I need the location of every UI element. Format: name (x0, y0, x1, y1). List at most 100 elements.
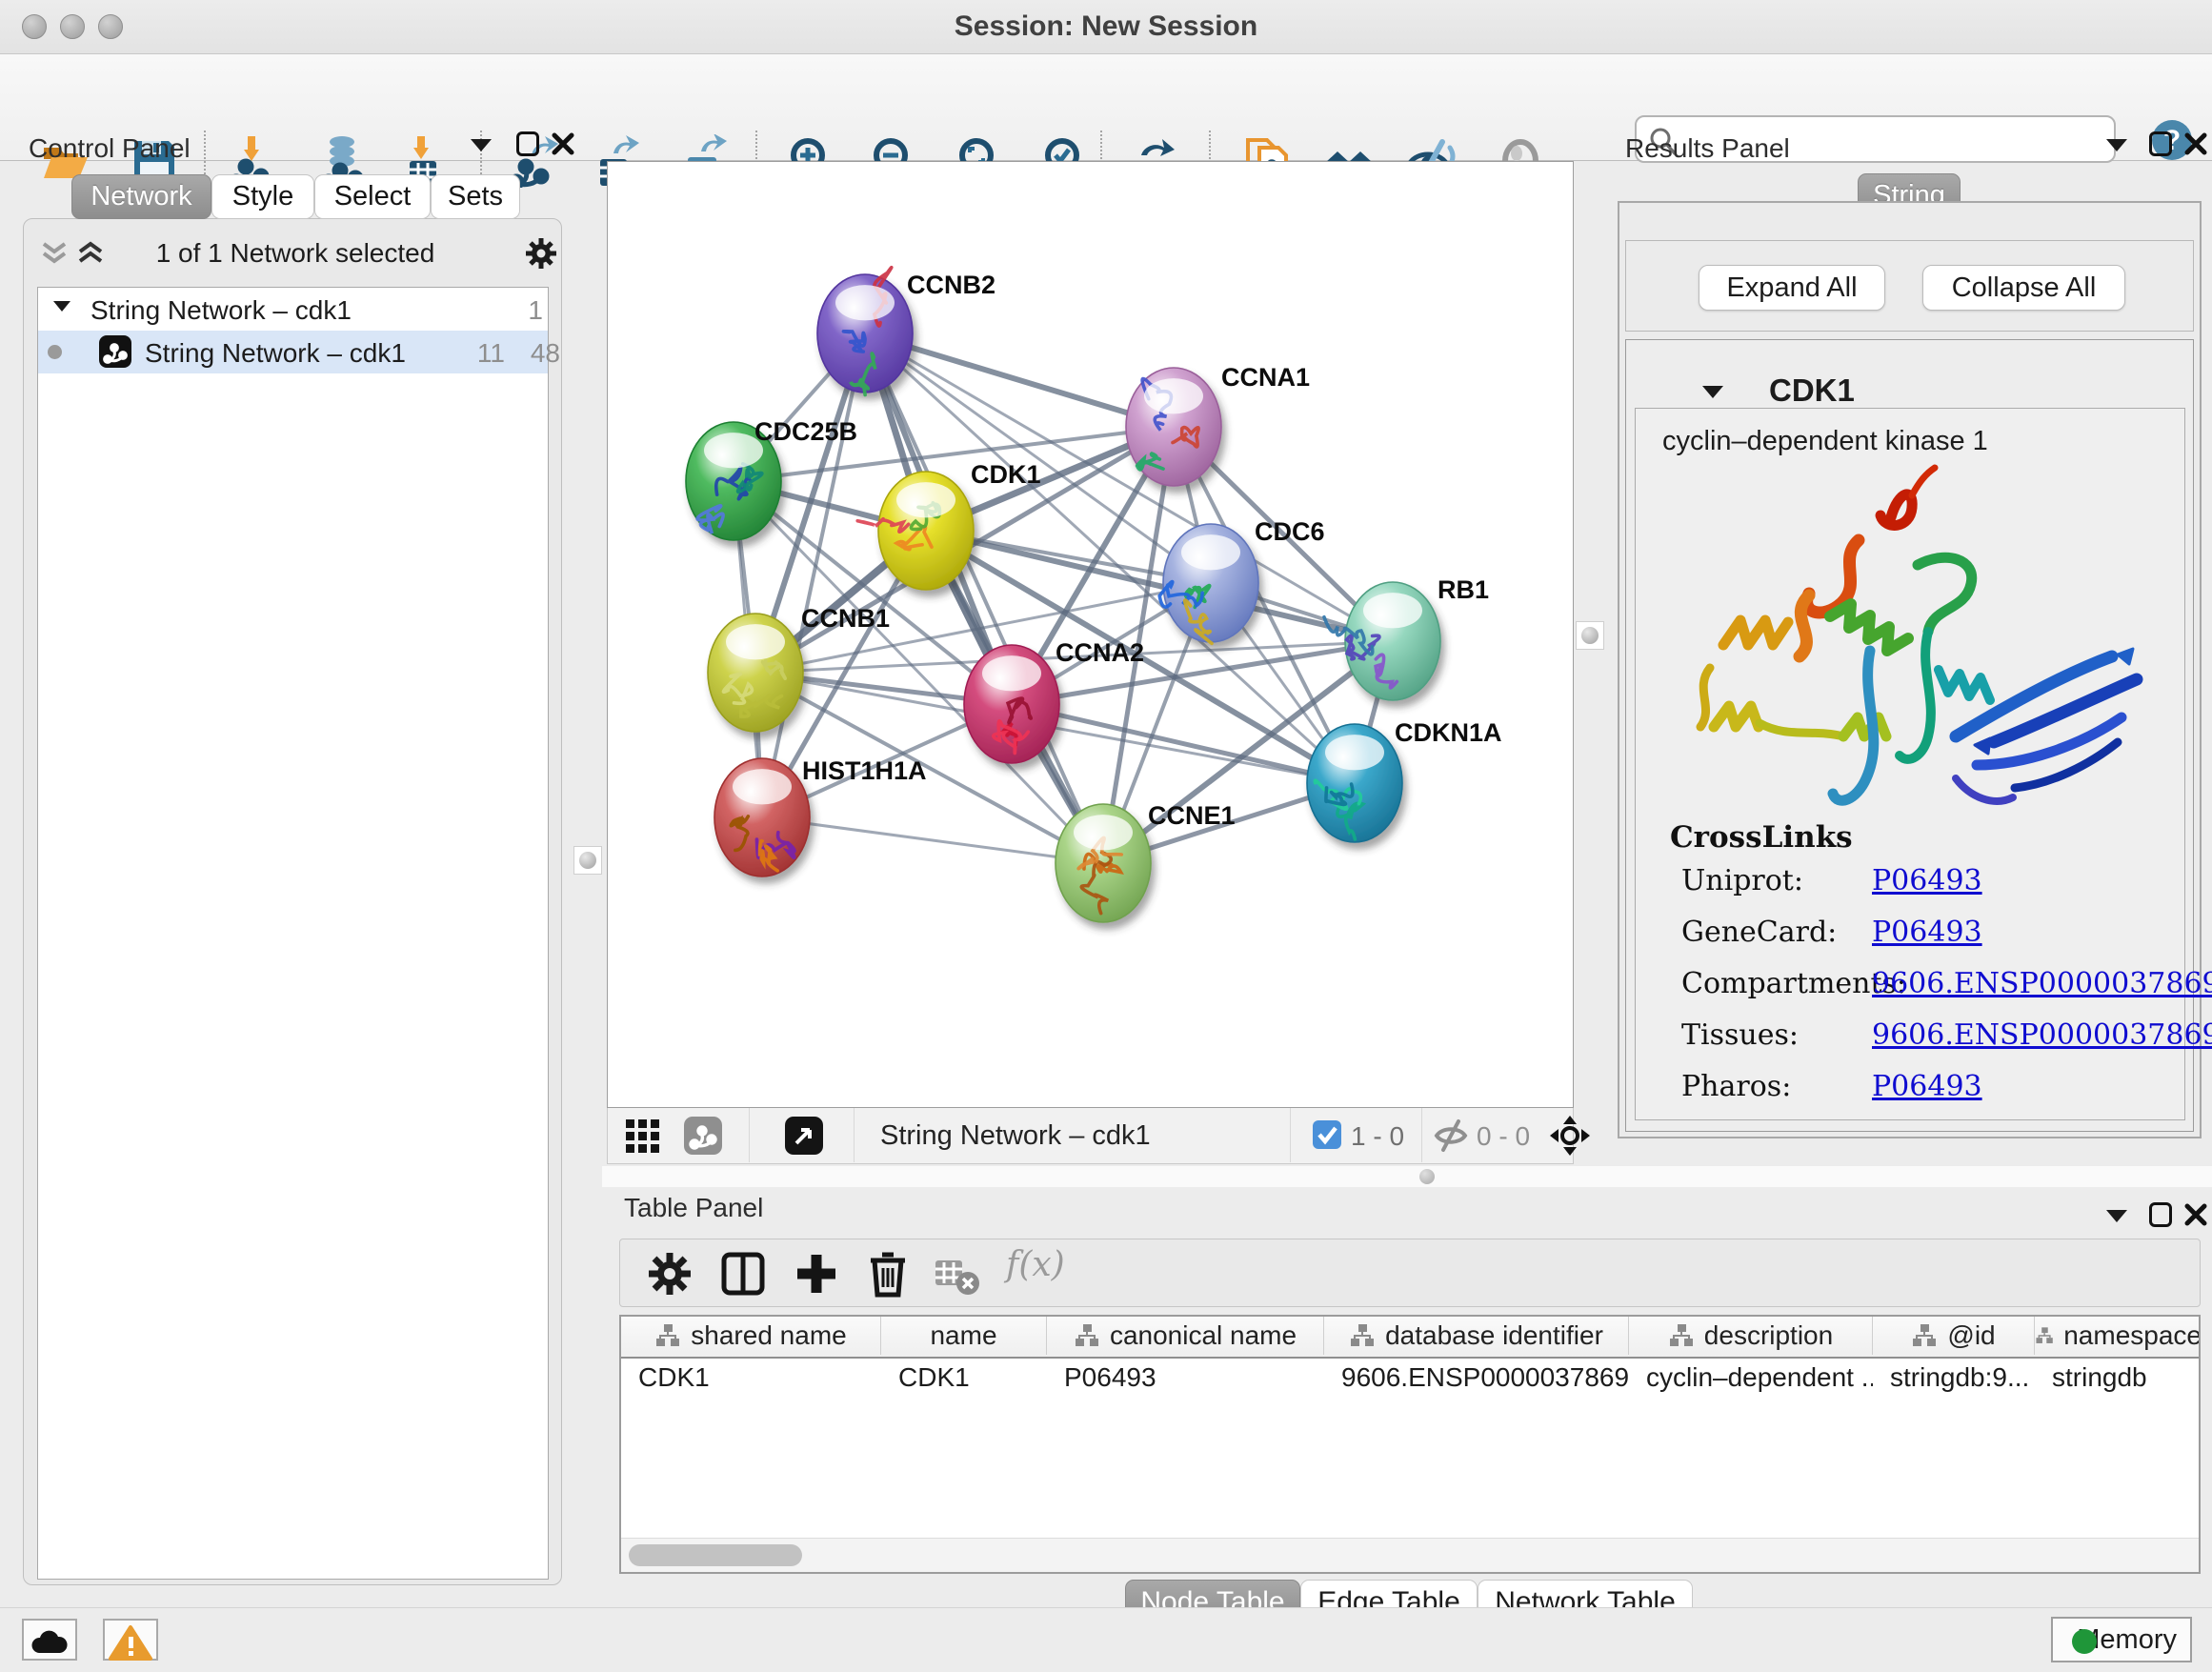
control-panel-float-icon[interactable] (516, 131, 539, 156)
warning-button[interactable] (103, 1619, 158, 1661)
show-columns-icon[interactable] (718, 1249, 768, 1299)
add-icon[interactable] (792, 1249, 841, 1299)
table-cell[interactable]: CDK1 (621, 1357, 881, 1399)
delete-icon[interactable] (863, 1249, 913, 1299)
node-CCNE1[interactable] (1056, 804, 1151, 922)
crosslink-link[interactable]: P06493 (1872, 916, 1982, 949)
open-in-new-window-icon[interactable] (785, 1117, 823, 1155)
column-header-id[interactable]: @id (1873, 1317, 2035, 1355)
table-header-row: shared namenamecanonical name database id… (621, 1317, 2201, 1359)
edge-count: 48 (513, 338, 560, 369)
gear-icon[interactable] (524, 236, 558, 271)
node-label-CDC6: CDC6 (1255, 517, 1325, 546)
node-gloss (1363, 593, 1422, 628)
selected-checkbox-icon[interactable] (1313, 1120, 1341, 1149)
node-gloss (1074, 815, 1133, 850)
tree-mapping-icon (1668, 1323, 1695, 1348)
table-cell[interactable]: stringdb (2035, 1357, 2201, 1399)
column-header-namespace[interactable]: namespace (2035, 1317, 2201, 1355)
crosslink-row: Tissues:9606.ENSP00000378699 (1681, 1018, 2177, 1052)
results-panel-float-icon[interactable] (2149, 131, 2172, 156)
function-builder-icon[interactable]: f(x) (1006, 1245, 1065, 1284)
node-CDC6[interactable] (1159, 524, 1258, 643)
tree-mapping-icon (1074, 1323, 1100, 1348)
table-cell[interactable]: P06493 (1047, 1357, 1324, 1399)
control-panel-close-icon[interactable] (551, 131, 575, 156)
tree-expand-icon[interactable] (53, 301, 70, 312)
results-panel-title: Results Panel (1625, 133, 1790, 164)
horizontal-scrollbar[interactable] (621, 1538, 2199, 1573)
table-cell[interactable]: cyclin–dependent ... (1629, 1357, 1873, 1399)
edge-HIST1H1A-CCNE1[interactable] (762, 817, 1103, 863)
column-header-name[interactable]: name (881, 1317, 1047, 1355)
table-panel-menu-icon[interactable] (2106, 1210, 2127, 1222)
expand-all-button[interactable]: Expand All (1699, 265, 1885, 311)
delete-table-icon[interactable] (932, 1249, 981, 1299)
table-panel-float-icon[interactable] (2149, 1202, 2172, 1227)
node-CCNB2[interactable] (817, 268, 913, 395)
node-gloss (982, 655, 1041, 691)
selected-counts: 1 - 0 (1351, 1121, 1404, 1152)
node-HIST1H1A[interactable] (714, 758, 810, 876)
table-cell[interactable]: CDK1 (881, 1357, 1047, 1399)
network-row-selected[interactable]: String Network – cdk1 11 48 (38, 331, 548, 373)
column-label: namespace (2063, 1320, 2201, 1351)
crosslink-link[interactable]: P06493 (1872, 1070, 1982, 1103)
tab-sets[interactable]: Sets (431, 174, 520, 219)
network-view-dot-icon (48, 345, 62, 359)
control-panel-title: Control Panel (29, 133, 191, 164)
expand-all-chevron-icon[interactable] (74, 240, 107, 267)
birdseye-view-icon[interactable] (1549, 1115, 1591, 1157)
node-CCNB1[interactable] (708, 614, 803, 732)
tab-select[interactable]: Select (314, 174, 431, 219)
horizontal-splitter[interactable] (602, 1166, 2212, 1187)
grid-view-icon[interactable] (626, 1119, 660, 1154)
crosslink-link[interactable]: 9606.ENSP00000378699 (1872, 1018, 2212, 1052)
node-CCNA2[interactable] (964, 645, 1059, 763)
table-cell[interactable]: 9606.ENSP00000378699 (1324, 1357, 1629, 1399)
node-table: shared namenamecanonical name database id… (619, 1315, 2201, 1574)
string-view-icon[interactable] (684, 1117, 722, 1155)
column-label: @id (1947, 1320, 1995, 1351)
column-header-canonicalname[interactable]: canonical name (1047, 1317, 1324, 1355)
tree-mapping-icon (2035, 1323, 2054, 1348)
network-canvas[interactable]: CCNB2CCNA1CDC25BCDK1CDC6RB1CCNB1CCNA2CDK… (607, 161, 1574, 1108)
collapse-all-button[interactable]: Collapse All (1922, 265, 2125, 311)
left-splitter-handle[interactable] (573, 846, 602, 875)
table-settings-gear-icon[interactable] (645, 1249, 694, 1299)
results-panel-menu-icon[interactable] (2106, 139, 2127, 151)
network-row-label: String Network – cdk1 (145, 338, 406, 369)
tree-mapping-icon (1349, 1323, 1376, 1348)
window-title: Session: New Session (0, 0, 2212, 53)
splitter-dot[interactable] (1419, 1169, 1435, 1184)
crosslink-link[interactable]: 9606.ENSP00000378699 (1872, 967, 2212, 1000)
scrollbar-thumb[interactable] (629, 1544, 802, 1566)
network-graph[interactable]: CCNB2CCNA1CDC25BCDK1CDC6RB1CCNB1CCNA2CDK… (608, 162, 1573, 1107)
node-CDKN1A[interactable] (1307, 724, 1402, 842)
memory-button[interactable]: Memory (2051, 1617, 2192, 1662)
column-header-databaseidentifier[interactable]: database identifier (1324, 1317, 1629, 1355)
collapse-all-chevron-icon[interactable] (38, 240, 70, 267)
hidden-eye-slash-icon[interactable] (1433, 1118, 1469, 1153)
right-splitter-handle[interactable] (1576, 621, 1604, 650)
tab-style[interactable]: Style (211, 174, 314, 219)
string-network-icon (99, 335, 131, 368)
network-collection-row[interactable]: String Network – cdk1 1 (38, 288, 548, 331)
cloud-button[interactable] (22, 1619, 77, 1661)
column-header-sharedname[interactable]: shared name (621, 1317, 881, 1355)
node-gloss (1144, 378, 1203, 413)
node-label-RB1: RB1 (1438, 575, 1489, 604)
gene-collapse-icon[interactable] (1702, 386, 1723, 398)
column-label: database identifier (1385, 1320, 1603, 1351)
crosslink-label: GeneCard: (1681, 916, 1837, 949)
results-panel-close-icon[interactable] (2183, 131, 2208, 156)
column-header-description[interactable]: description (1629, 1317, 1873, 1355)
table-row[interactable]: CDK1CDK1P064939606.ENSP00000378699cyclin… (621, 1357, 2199, 1399)
table-cell[interactable]: stringdb:9... (1873, 1357, 2035, 1399)
tab-network[interactable]: Network (71, 174, 211, 219)
control-panel-menu-icon[interactable] (471, 139, 492, 151)
table-panel-close-icon[interactable] (2183, 1202, 2208, 1227)
crosslink-link[interactable]: P06493 (1872, 864, 1982, 897)
gene-name: CDK1 (1769, 373, 1855, 409)
node-CCNA1[interactable] (1126, 368, 1221, 486)
